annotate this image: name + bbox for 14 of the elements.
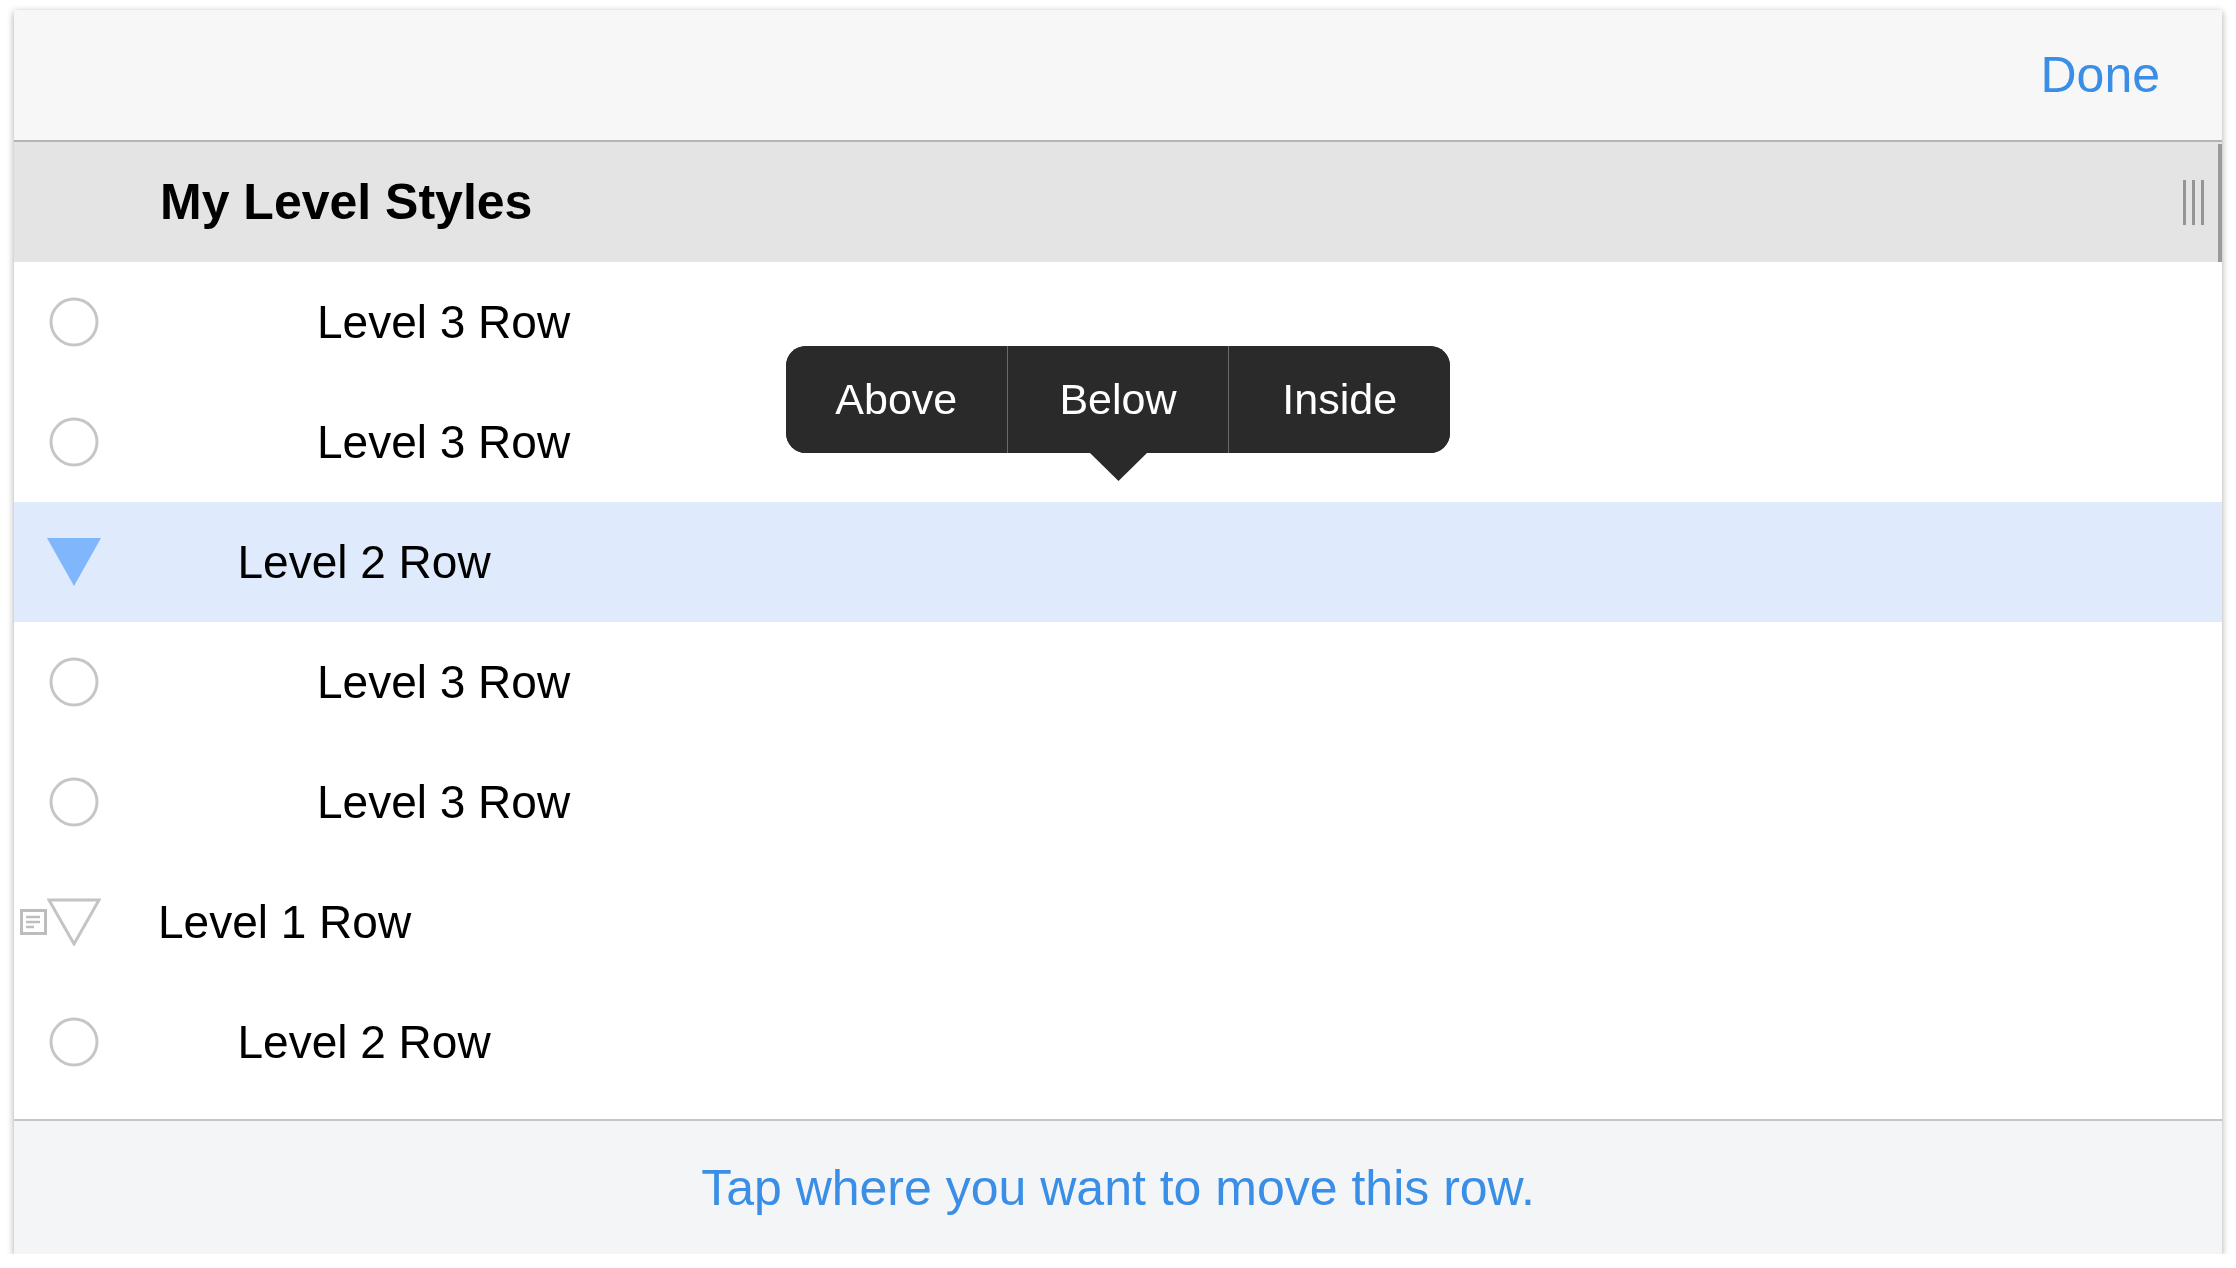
disclosure-triangle-icon[interactable]: [47, 898, 101, 946]
section-title: My Level Styles: [160, 173, 534, 231]
drag-handle-icon[interactable]: [2183, 179, 2204, 225]
circle-icon[interactable]: [49, 777, 99, 827]
menu-option[interactable]: Inside: [1228, 346, 1450, 453]
outline-row[interactable]: Level 2 Row: [14, 502, 2222, 622]
disclosure-triangle-icon[interactable]: [47, 538, 101, 586]
callout-pointer-icon: [1089, 453, 1147, 481]
instruction-text: Tap where you want to move this row.: [701, 1158, 1535, 1217]
circle-icon[interactable]: [49, 657, 99, 707]
note-icon[interactable]: [20, 909, 47, 935]
circle-icon[interactable]: [49, 417, 99, 467]
circle-icon[interactable]: [49, 1017, 99, 1067]
circle-icon[interactable]: [49, 297, 99, 347]
